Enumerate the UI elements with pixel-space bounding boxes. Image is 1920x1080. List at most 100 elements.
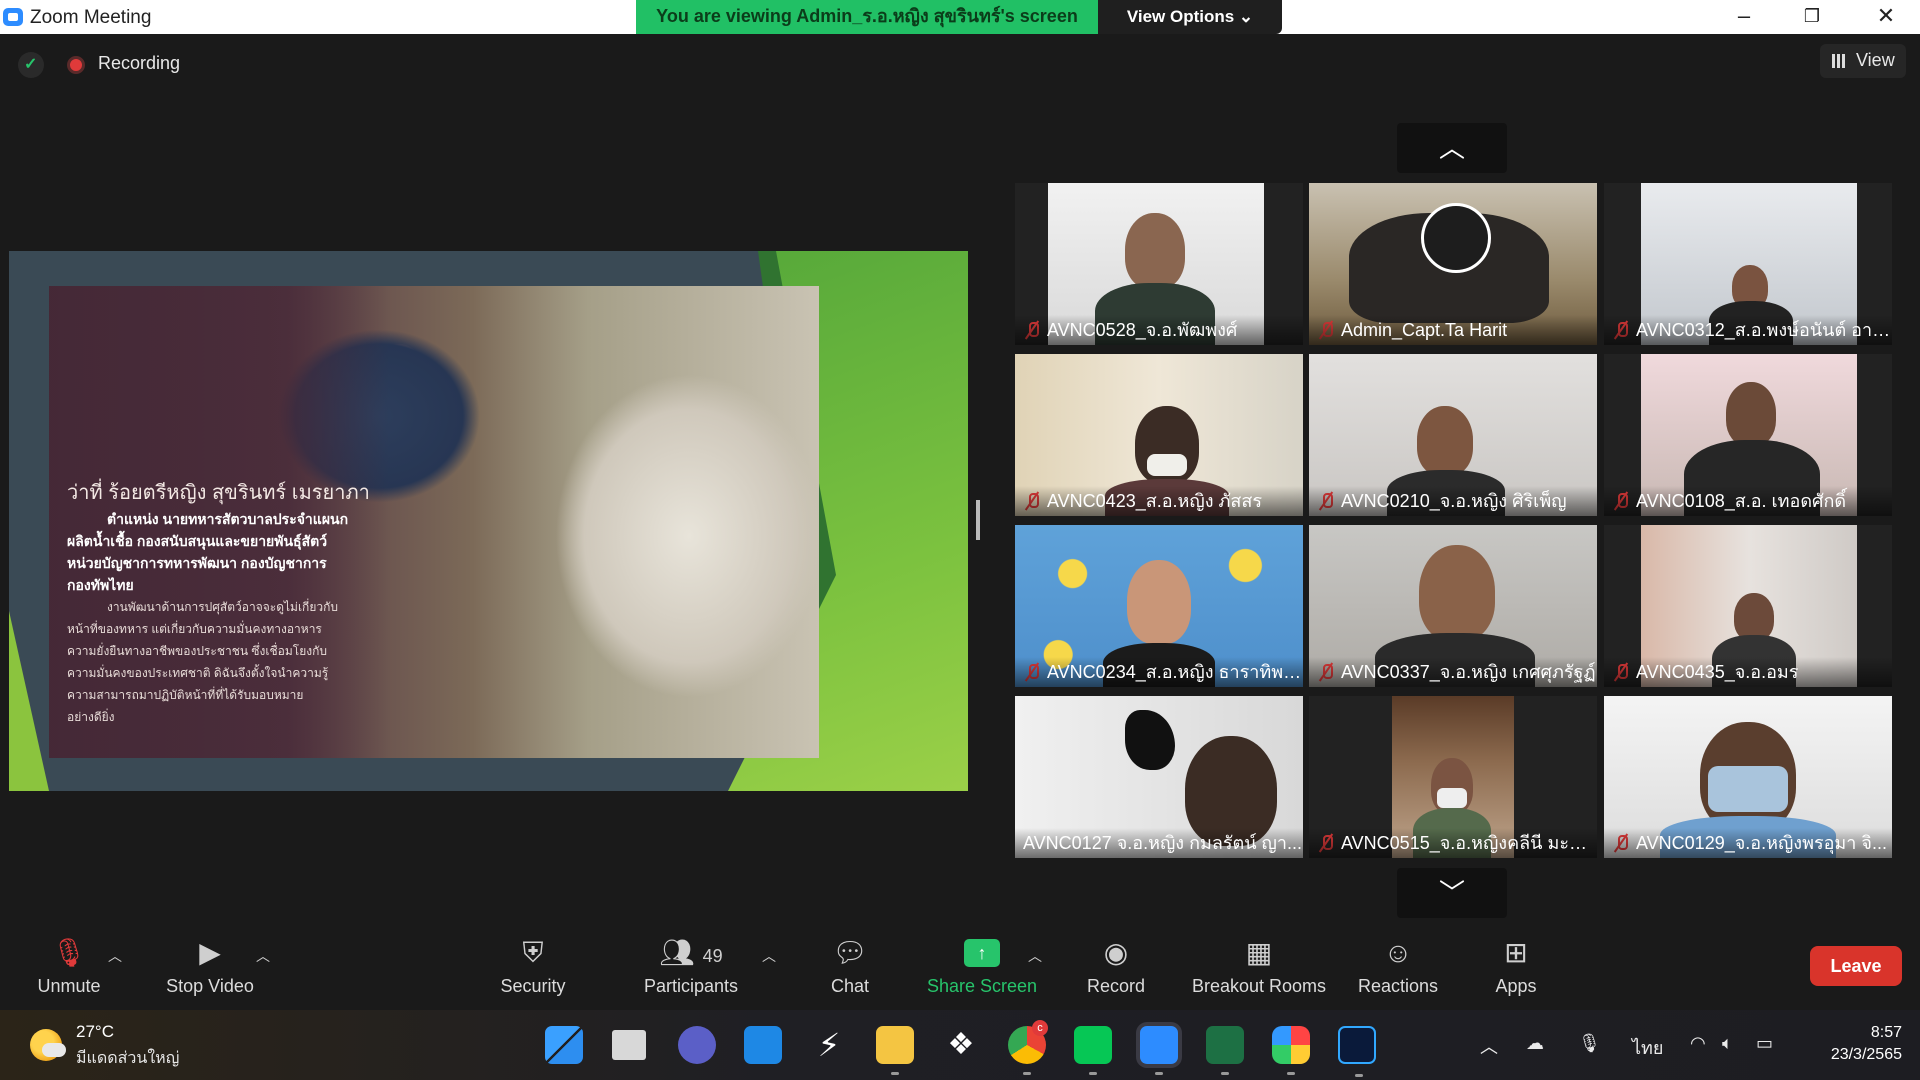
photoshop-icon[interactable] <box>1338 1026 1376 1077</box>
line-app-icon[interactable] <box>1074 1026 1112 1075</box>
shield-icon: ⛨ <box>522 937 544 968</box>
onedrive-cloud-icon[interactable]: ☁︎ <box>1526 1033 1544 1054</box>
participant-name: AVNC0515_จ.อ.หญิงคลีนี มะแซ... <box>1309 828 1597 858</box>
participant-name: Admin_Capt.Ta Harit <box>1309 315 1597 345</box>
chevron-up-icon: ︿ <box>108 948 122 964</box>
share-screen-button[interactable]: ↑ Share Screen <box>924 936 1040 1006</box>
slide-small-line: ความยั่งยืนทางอาชีพของประชาชน ซึ่งเชื่อม… <box>67 644 327 658</box>
weather-condition[interactable]: มีแดดส่วนใหญ่ <box>76 1046 179 1071</box>
apps-label: Apps <box>1495 976 1537 996</box>
leave-button[interactable]: Leave <box>1810 946 1902 986</box>
participant-name: AVNC0108_ส.อ. เทอดศักดิ์ <box>1604 486 1892 516</box>
record-button[interactable]: ◉ Record <box>1074 936 1158 1006</box>
gallery-next-page-button[interactable]: ﹀ <box>1397 868 1507 918</box>
apps-button[interactable]: ⊞ Apps <box>1474 936 1558 1006</box>
participant-video <box>1147 454 1187 476</box>
smiley-plus-icon: ☺︎ <box>1383 937 1413 968</box>
participant-tile[interactable]: AVNC0423_ส.อ.หญิง ภัสสร <box>1015 354 1303 516</box>
chevron-up-icon: ︿ <box>762 948 776 964</box>
microphone-icon[interactable]: 🎙︎ <box>1578 1033 1601 1054</box>
security-label: Security <box>500 976 566 996</box>
share-options-caret[interactable]: ︿ <box>1028 936 1048 1006</box>
weather-temperature[interactable]: 27°C <box>76 1022 114 1042</box>
participant-tile[interactable]: AVNC0129_จ.อ.หญิงพรอุมา จิ... <box>1604 696 1892 858</box>
chevron-up-icon: ︿ <box>1028 948 1042 964</box>
dropbox-icon[interactable]: ❖ <box>942 1026 980 1064</box>
breakout-rooms-icon: ▦ <box>1245 937 1273 968</box>
view-button[interactable]: View <box>1820 44 1906 78</box>
stop-video-label: Stop Video <box>166 976 254 996</box>
slide-decoration <box>9 611 49 791</box>
zoom-app-icon <box>3 8 23 26</box>
unmute-button[interactable]: 🎙︎ Unmute <box>24 936 114 1006</box>
slide-small-line: อย่างดียิ่ง <box>67 710 115 724</box>
mail-icon[interactable] <box>744 1026 782 1064</box>
speaker-icon[interactable]: 🔈︎ <box>1722 1033 1733 1054</box>
viewing-screen-banner: You are viewing Admin_ร.อ.หญิง สุขรินทร์… <box>636 0 1098 34</box>
excel-icon[interactable] <box>1206 1026 1244 1075</box>
participant-name: AVNC0423_ส.อ.หญิง ภัสสร <box>1015 486 1303 516</box>
slide-line: ผลิตน้ำเชื้อ กองสนับสนุนและขยายพันธุ์สัต… <box>67 533 328 549</box>
participant-tile[interactable]: AVNC0435_จ.อ.อมร <box>1604 525 1892 687</box>
input-language[interactable]: ไทย <box>1632 1033 1663 1062</box>
view-options-button[interactable]: View Options ⌄ <box>1098 0 1282 34</box>
participants-options-caret[interactable]: ︿ <box>762 936 782 1006</box>
chat-button[interactable]: 💬︎ Chat <box>810 936 890 1006</box>
share-screen-label: Share Screen <box>926 976 1038 996</box>
photos-icon[interactable] <box>1272 1026 1310 1075</box>
participants-icon: 👥︎ 49 <box>659 937 723 968</box>
chrome-profile-badge: c <box>1032 1020 1048 1036</box>
video-camera-icon: ▶︎ <box>199 937 221 968</box>
participant-tile[interactable]: AVNC0312_ส.อ.พงษ์อนันต์ อายุ... <box>1604 183 1892 345</box>
slide-small-line: ความสามารถมาปฏิบัติหน้าที่ที่ได้รับมอบหม… <box>67 688 304 702</box>
participant-tile[interactable]: AVNC0210_จ.อ.หญิง ศิริเพ็ญ <box>1309 354 1597 516</box>
slide-text: ว่าที่ ร้อยตรีหญิง สุขรินทร์ เมรยาภา ตำแ… <box>67 482 377 728</box>
participant-tile[interactable]: AVNC0515_จ.อ.หญิงคลีนี มะแซ... <box>1309 696 1597 858</box>
slide-line: หน่วยบัญชาการทหารพัฒนา กองบัญชาการ <box>67 555 327 571</box>
teams-chat-icon[interactable] <box>678 1026 716 1064</box>
zoom-taskbar-icon[interactable] <box>1140 1026 1178 1075</box>
minimize-button[interactable]: – <box>1710 0 1778 34</box>
participant-name: AVNC0435_จ.อ.อมร <box>1604 657 1892 687</box>
obs-logo-icon <box>1421 203 1491 273</box>
audio-options-caret[interactable]: ︿ <box>108 936 128 1006</box>
system-clock[interactable]: 8:57 23/3/2565 <box>1812 1022 1902 1066</box>
gallery-prev-page-button[interactable]: ︿ <box>1397 123 1507 173</box>
participant-name: AVNC0234_ส.อ.หญิง ธาราทิพย์ ... <box>1015 657 1303 687</box>
encryption-shield-icon[interactable] <box>18 52 44 78</box>
security-button[interactable]: ⛨ Security <box>490 936 576 1006</box>
slide-line: กองทัพไทย <box>67 577 134 593</box>
task-view-icon[interactable] <box>612 1030 646 1060</box>
participant-tile[interactable]: AVNC0234_ส.อ.หญิง ธาราทิพย์ ... <box>1015 525 1303 687</box>
participant-tile[interactable]: AVNC0337_จ.อ.หญิง เกศศุภรัฐฏ์ <box>1309 525 1597 687</box>
apps-icon: ⊞ <box>1504 937 1528 968</box>
video-options-caret[interactable]: ︿ <box>256 936 276 1006</box>
split-view-handle[interactable] <box>976 500 980 540</box>
participant-name: AVNC0210_จ.อ.หญิง ศิริเพ็ญ <box>1309 486 1597 516</box>
participant-name: AVNC0129_จ.อ.หญิงพรอุมา จิ... <box>1604 828 1892 858</box>
file-explorer-icon[interactable] <box>876 1026 914 1075</box>
wifi-icon[interactable]: ◠ <box>1690 1033 1706 1054</box>
reactions-button[interactable]: ☺︎ Reactions <box>1352 936 1444 1006</box>
close-button[interactable]: ✕ <box>1852 0 1920 34</box>
recording-label[interactable]: Recording <box>98 53 180 74</box>
restore-button[interactable]: ❐ <box>1778 0 1846 34</box>
breakout-rooms-button[interactable]: ▦ Breakout Rooms <box>1184 936 1334 1006</box>
clock-time: 8:57 <box>1870 1024 1902 1041</box>
participants-button[interactable]: 👥︎ 49 Participants <box>636 936 746 1006</box>
show-hidden-icons-chevron[interactable]: ︿ <box>1480 1033 1498 1059</box>
participant-tile[interactable]: Admin_Capt.Ta Harit <box>1309 183 1597 345</box>
participant-tile[interactable]: AVNC0528_จ.อ.พัฒพงศ์ <box>1015 183 1303 345</box>
battery-icon[interactable]: ▭ <box>1756 1033 1773 1054</box>
window-titlebar: Zoom Meeting You are viewing Admin_ร.อ.ห… <box>0 0 1920 34</box>
participant-tile[interactable]: AVNC0127 จ.อ.หญิง กมลรัตน์ ญา... <box>1015 696 1303 858</box>
weather-partly-sunny-icon[interactable] <box>30 1029 66 1061</box>
participant-video <box>1708 766 1788 812</box>
windows-start-icon[interactable] <box>545 1026 583 1064</box>
stop-video-button[interactable]: ▶︎ Stop Video <box>150 936 270 1006</box>
chevron-up-icon: ︿ <box>256 948 270 964</box>
participant-name: AVNC0312_ส.อ.พงษ์อนันต์ อายุ... <box>1604 315 1892 345</box>
participant-tile[interactable]: AVNC0108_ส.อ. เทอดศักดิ์ <box>1604 354 1892 516</box>
lightning-app-icon[interactable]: ⚡︎ <box>810 1026 848 1064</box>
view-label: View <box>1856 50 1895 70</box>
